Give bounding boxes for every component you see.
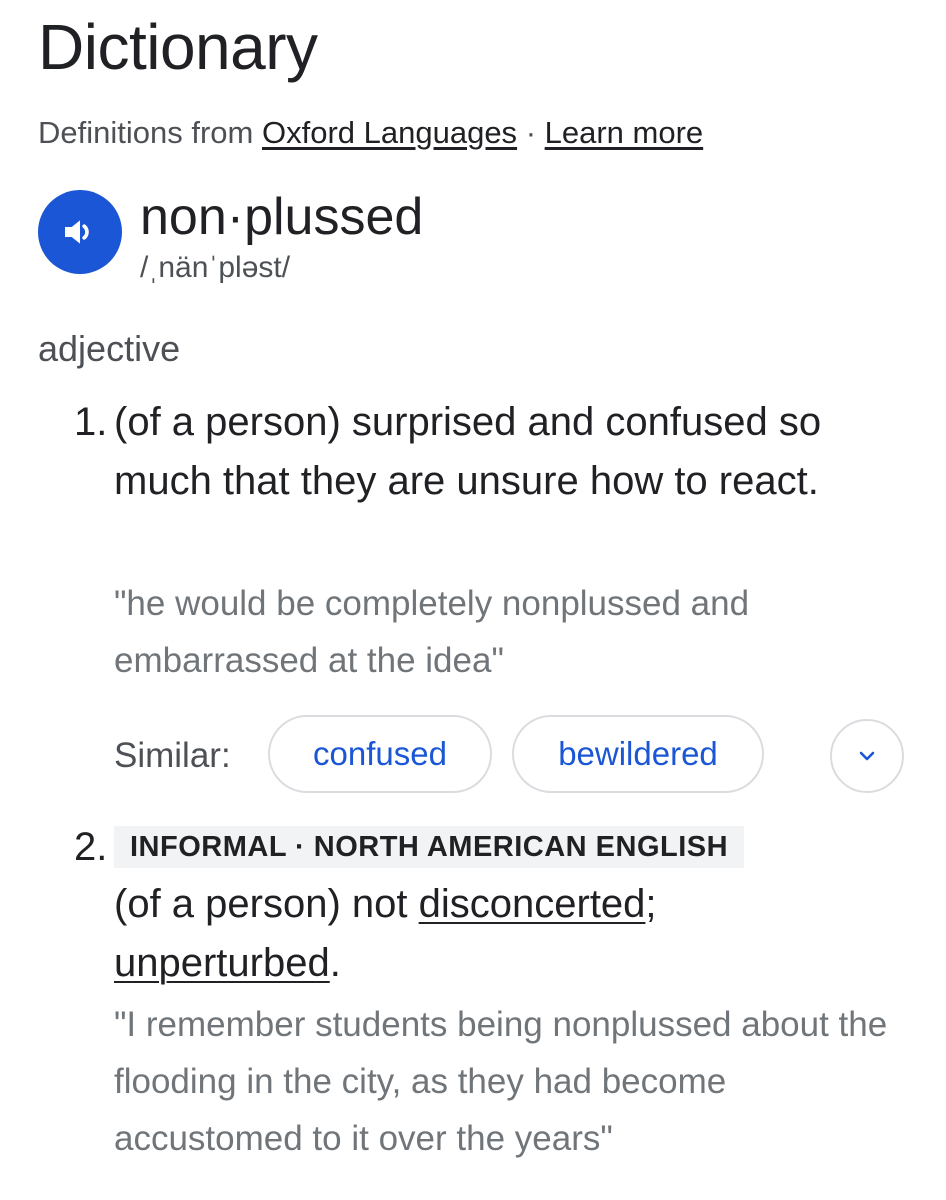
disconcerted-link[interactable]: disconcerted [419, 882, 646, 926]
oxford-languages-link[interactable]: Oxford Languages [262, 115, 517, 150]
dictionary-title: Dictionary [38, 11, 318, 83]
example-2: "I remember students being nonplussed ab… [114, 1005, 888, 1158]
chevron-down-icon [859, 751, 875, 761]
unperturbed-link[interactable]: unperturbed [114, 941, 330, 985]
definition-number-2: 2. [74, 825, 108, 869]
pronunciation-audio-button[interactable] [38, 190, 122, 274]
source-line: Definitions from Oxford Languages · Lear… [38, 114, 703, 152]
part-of-speech: adjective [38, 328, 181, 369]
phonetic-spelling: /ˌnänˈpləst/ [140, 251, 291, 284]
definition-number-1: 1. [74, 400, 108, 444]
definition-text-1: (of a person) surprised and confused so … [114, 400, 822, 503]
speaker-icon [65, 220, 89, 244]
usage-labels: INFORMAL · NORTH AMERICAN ENGLISH [114, 826, 745, 868]
definition-2-mid: ; [645, 882, 657, 926]
learn-more-link[interactable]: Learn more [545, 115, 704, 150]
expand-similar-button[interactable] [830, 719, 904, 793]
definition-text-2: (of a person) not disconcerted; unpertur… [114, 875, 914, 993]
similar-chip-confused[interactable]: confused [268, 715, 492, 793]
headword: non·plussed [140, 188, 424, 246]
source-prefix: Definitions from [38, 115, 254, 150]
definition-2-suffix: . [329, 941, 341, 985]
source-separator: · [525, 115, 537, 150]
similar-label: Similar: [114, 736, 231, 775]
similar-chip-bewildered[interactable]: bewildered [512, 715, 764, 793]
example-1: "he would be completely nonplussed and e… [114, 584, 750, 680]
definition-2-prefix: (of a person) not [114, 882, 408, 926]
